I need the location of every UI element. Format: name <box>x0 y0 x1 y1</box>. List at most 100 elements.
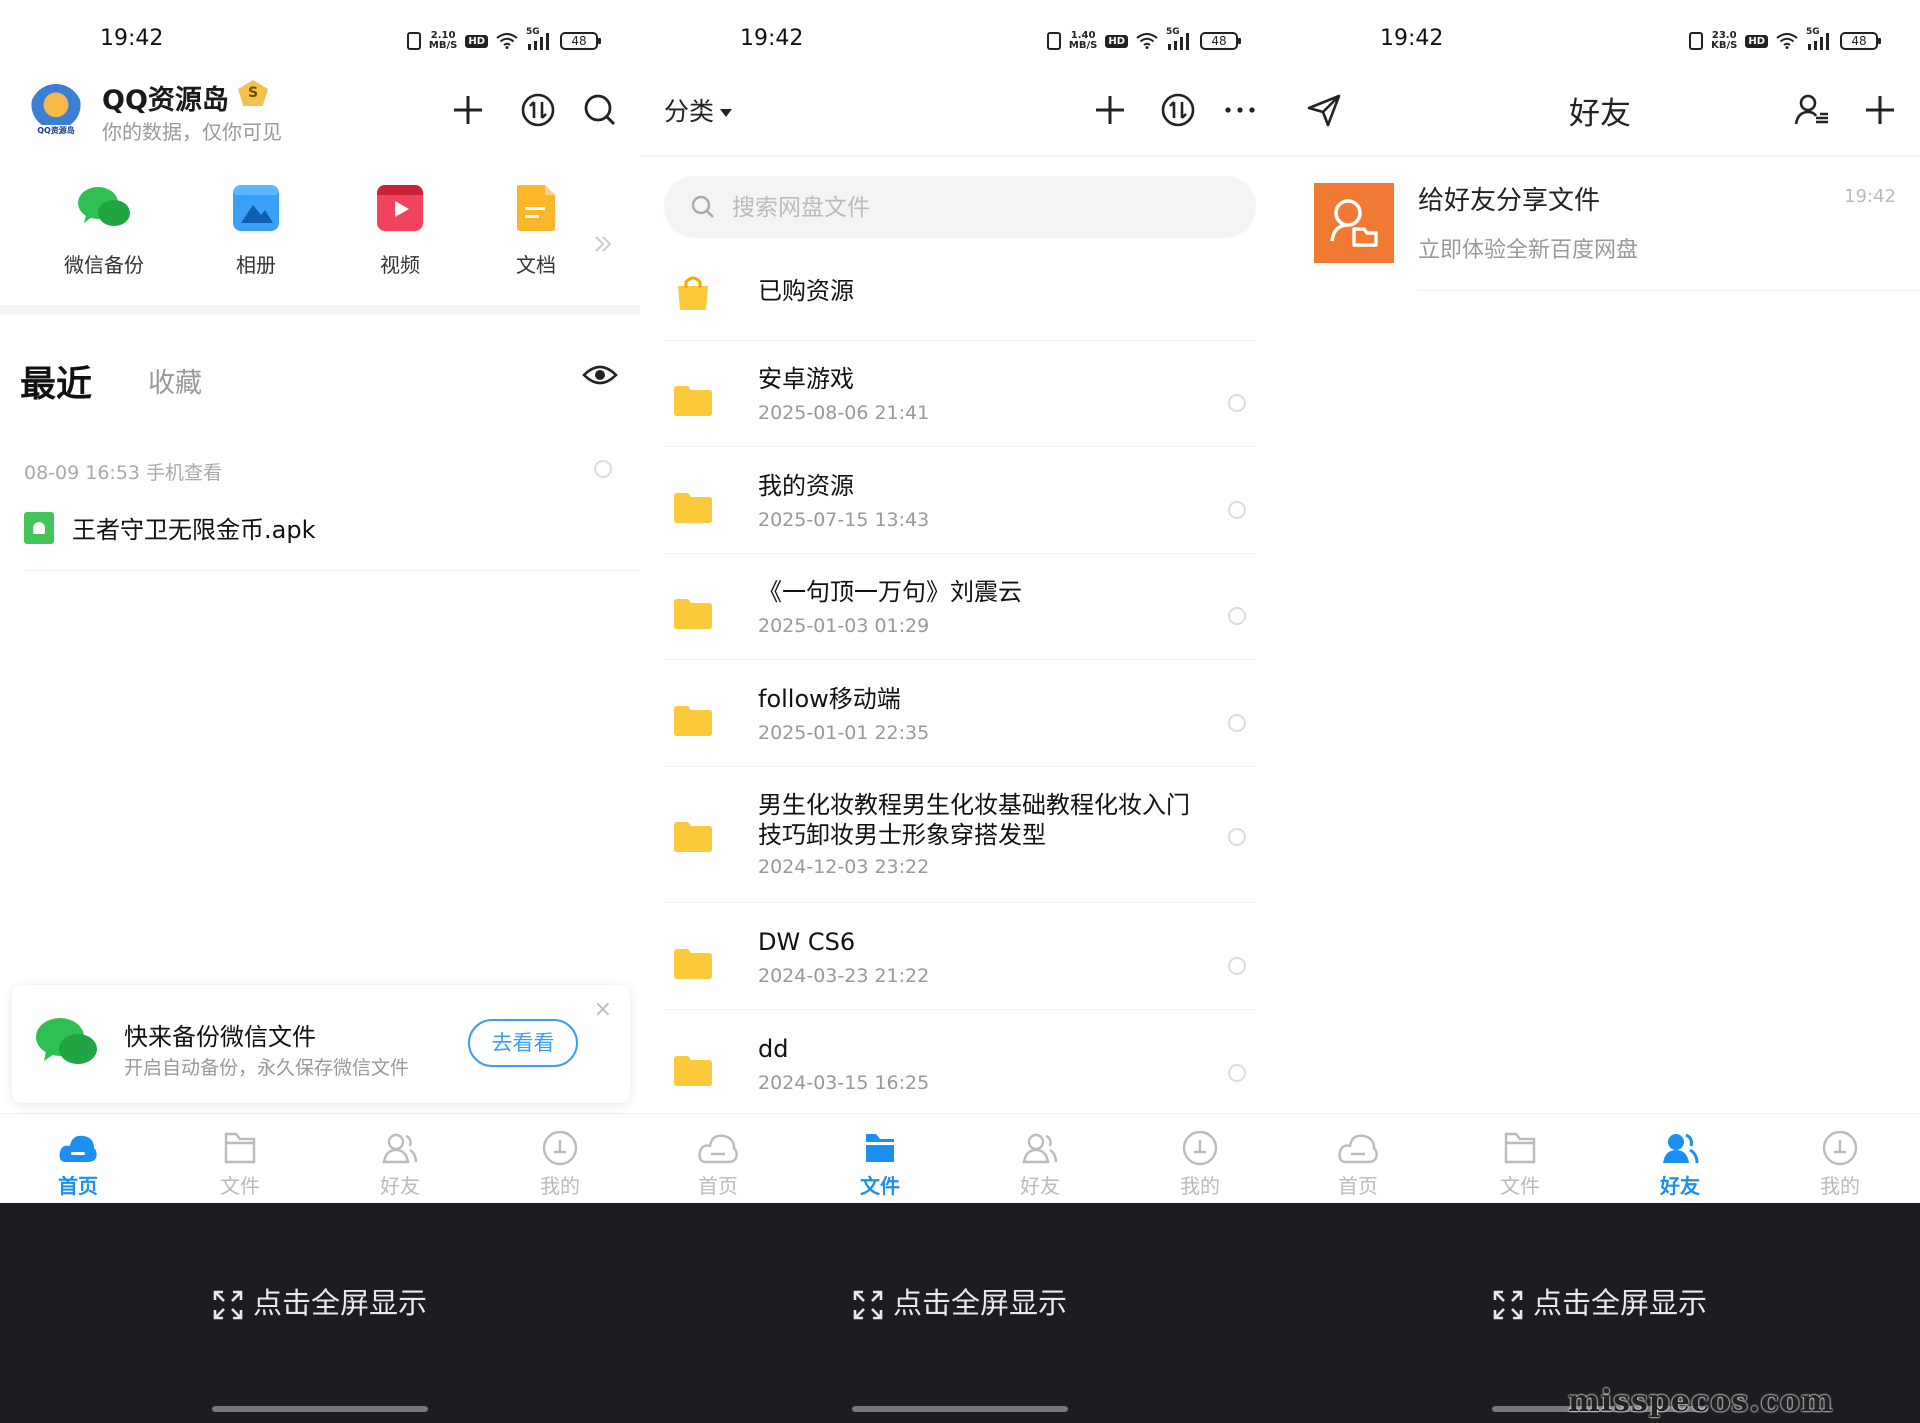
tab-favorites[interactable]: 收藏 <box>148 361 202 400</box>
tab-recent[interactable]: 最近 <box>20 355 92 407</box>
profile-icon <box>1822 1130 1858 1166</box>
add-icon[interactable] <box>1092 92 1128 128</box>
wechat-backup-promo: 快来备份微信文件 开启自动备份，永久保存微信文件 去看看 × <box>12 985 630 1103</box>
quick-item-wechat-backup[interactable]: 微信备份 <box>44 185 164 278</box>
header-divider <box>1280 155 1920 157</box>
nav-files[interactable]: 文件 <box>1470 1130 1570 1199</box>
search-bar[interactable] <box>664 176 1256 238</box>
file-row[interactable]: 《一句顶一万句》刘震云 2025-01-03 01:29 <box>664 571 1256 661</box>
home-screen: 19:42 2.10 MB/S HD 5G 48 QQ资源岛 QQ资源岛 S 你… <box>0 0 640 1203</box>
row-divider <box>664 659 1256 660</box>
app-logo[interactable]: QQ资源岛 <box>30 84 82 136</box>
network-speed: 1.40 MB/S <box>1068 30 1098 51</box>
cellular-signal-icon: 5G <box>1166 27 1192 51</box>
files-screen: 19:42 1.40 MB/S HD 5G 48 分类 搜索网盘文件 已购资源 … <box>640 0 1280 1203</box>
row-divider <box>24 570 640 571</box>
chevron-more-icon[interactable] <box>592 233 614 255</box>
avatar <box>1314 183 1394 263</box>
network-speed: 23.0 KB/S <box>1711 30 1738 51</box>
battery-icon: 48 <box>1840 32 1881 50</box>
add-icon[interactable] <box>450 92 486 128</box>
message-title: 给好友分享文件 <box>1418 186 1601 216</box>
search-icon[interactable] <box>582 92 618 128</box>
select-radio[interactable] <box>1228 394 1246 412</box>
fullscreen-prompt[interactable]: 点击全屏显示 <box>0 1280 640 1322</box>
close-icon[interactable]: × <box>594 997 612 1022</box>
file-row[interactable]: 我的资源 2025-07-15 13:43 <box>664 465 1256 555</box>
nav-friends[interactable]: 好友 <box>990 1130 1090 1199</box>
vip-badge-icon[interactable]: S <box>238 80 268 106</box>
select-radio[interactable] <box>1228 501 1246 519</box>
transfer-icon[interactable] <box>1160 92 1196 128</box>
vibrate-icon <box>1046 32 1061 50</box>
more-icon[interactable] <box>1222 92 1258 128</box>
video-icon <box>377 185 423 231</box>
eye-icon[interactable] <box>582 361 618 389</box>
home-indicator[interactable] <box>852 1406 1068 1412</box>
home-header: QQ资源岛 QQ资源岛 S 你的数据，仅你可见 <box>0 78 640 148</box>
select-radio[interactable] <box>1228 957 1246 975</box>
nav-friends[interactable]: 好友 <box>1630 1130 1730 1199</box>
folder-icon <box>674 493 712 523</box>
wifi-icon <box>1136 33 1158 49</box>
transfer-icon[interactable] <box>520 92 556 128</box>
friends-screen-panel: 19:42 23.0 KB/S HD 5G 48 好友 给好友分享文件 立即体验… <box>1280 0 1920 1423</box>
nav-home[interactable]: 首页 <box>1308 1130 1408 1199</box>
cellular-signal-icon: 5G <box>1806 27 1832 51</box>
search-icon <box>691 195 714 218</box>
status-time: 19:42 <box>1380 26 1444 51</box>
category-dropdown[interactable]: 分类 <box>664 92 733 128</box>
nav-profile[interactable]: 我的 <box>510 1130 610 1199</box>
folder-icon <box>674 949 712 979</box>
recent-select-radio[interactable] <box>594 460 612 478</box>
nav-home[interactable]: 首页 <box>28 1130 128 1199</box>
contacts-icon[interactable] <box>1794 92 1830 128</box>
promo-go-button[interactable]: 去看看 <box>468 1019 578 1067</box>
fullscreen-prompt[interactable]: 点击全屏显示 <box>640 1280 1280 1322</box>
nav-files[interactable]: 文件 <box>190 1130 290 1199</box>
share-file-icon <box>1330 199 1378 247</box>
wifi-icon <box>496 33 518 49</box>
select-radio[interactable] <box>1228 607 1246 625</box>
search-input[interactable] <box>730 190 1234 226</box>
fullscreen-prompt[interactable]: 点击全屏显示 <box>1280 1280 1920 1322</box>
add-icon[interactable] <box>1862 92 1898 128</box>
nav-profile[interactable]: 我的 <box>1150 1130 1250 1199</box>
folder-icon <box>674 599 712 629</box>
nav-files[interactable]: 文件 <box>830 1130 930 1199</box>
select-radio[interactable] <box>1228 1064 1246 1082</box>
recent-file-row[interactable]: 王者守卫无限金币.apk <box>24 510 315 545</box>
select-radio[interactable] <box>1228 714 1246 732</box>
expand-icon <box>1493 1290 1523 1320</box>
bottom-nav: 首页 文件 好友 我的 <box>1280 1113 1920 1203</box>
row-divider <box>664 766 1256 767</box>
vibrate-icon <box>1689 32 1704 50</box>
row-divider <box>664 902 1256 903</box>
nav-home[interactable]: 首页 <box>668 1130 768 1199</box>
nav-friends[interactable]: 好友 <box>350 1130 450 1199</box>
system-icons: 23.0 KB/S HD 5G 48 <box>1689 27 1881 52</box>
album-icon <box>233 185 279 231</box>
file-row[interactable]: 男生化妆教程男生化妆基础教程化妆入门 技巧卸妆男士形象穿搭发型 2024-12-… <box>664 784 1256 904</box>
file-row-purchased[interactable]: 已购资源 <box>664 262 1256 342</box>
file-row[interactable]: 安卓游戏 2025-08-06 21:41 <box>664 358 1256 448</box>
message-preview: 立即体验全新百度网盘 <box>1418 238 1639 263</box>
quick-access-row: 微信备份 相册 视频 文档 <box>0 185 640 295</box>
account-name[interactable]: QQ资源岛 <box>102 78 229 117</box>
quick-item-album[interactable]: 相册 <box>196 185 316 278</box>
recent-timestamp: 08-09 16:53 手机查看 <box>24 462 223 484</box>
folder-icon <box>674 386 712 416</box>
row-divider <box>664 340 1256 341</box>
row-divider <box>1418 290 1920 291</box>
home-indicator[interactable] <box>212 1406 428 1412</box>
file-row[interactable]: DW CS6 2024-03-23 21:22 <box>664 921 1256 1011</box>
file-row[interactable]: follow移动端 2025-01-01 22:35 <box>664 678 1256 768</box>
nav-profile[interactable]: 我的 <box>1790 1130 1890 1199</box>
home-screen-panel: 19:42 2.10 MB/S HD 5G 48 QQ资源岛 QQ资源岛 S 你… <box>0 0 640 1423</box>
file-row[interactable]: dd 2024-03-15 16:25 <box>664 1028 1256 1113</box>
quick-item-document[interactable]: 文档 <box>476 185 596 278</box>
vibrate-icon <box>406 32 421 50</box>
quick-item-video[interactable]: 视频 <box>340 185 460 278</box>
select-radio[interactable] <box>1228 828 1246 846</box>
friends-screen: 19:42 23.0 KB/S HD 5G 48 好友 给好友分享文件 立即体验… <box>1280 0 1920 1203</box>
